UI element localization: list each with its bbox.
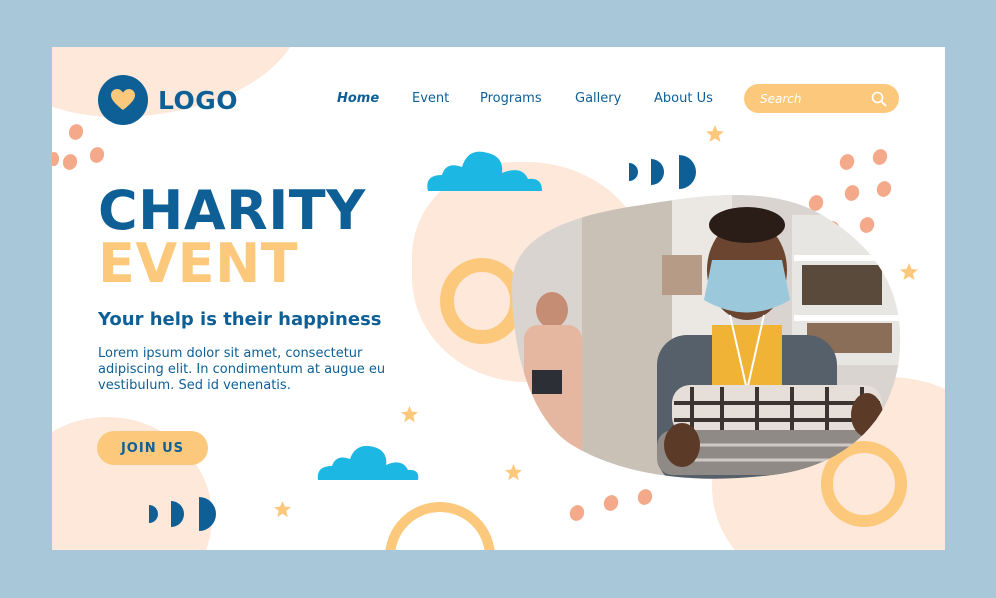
nav-programs[interactable]: Programs [480, 91, 542, 106]
nav-home[interactable]: Home [337, 91, 379, 106]
half-circle-pattern-bottom [149, 497, 216, 531]
nav-event[interactable]: Event [412, 91, 449, 106]
hero-photo [512, 195, 901, 479]
nav-about-us[interactable]: About Us [654, 91, 713, 106]
heart-icon [111, 89, 135, 110]
hero-title-line2: EVENT [98, 232, 299, 295]
star-icon [706, 125, 724, 142]
landing-page: LOGO Home Event Programs Gallery About U… [52, 47, 945, 550]
nav-gallery[interactable]: Gallery [575, 91, 621, 106]
dot-pattern-bottom [569, 489, 653, 521]
search-bar[interactable] [744, 84, 899, 113]
dot-pattern-left [52, 124, 105, 170]
star-icon [400, 405, 419, 423]
logo-text: LOGO [158, 85, 239, 115]
logo-badge [98, 75, 148, 125]
join-us-button[interactable]: JOIN US [97, 431, 208, 465]
hero-tagline: Your help is their happiness [98, 309, 382, 330]
logo[interactable]: LOGO [98, 75, 238, 125]
ring-icon-bottom [385, 502, 495, 550]
hero-body-text: Lorem ipsum dolor sit amet, consectetur … [98, 346, 386, 393]
hero-title-line1: CHARITY [98, 179, 366, 242]
search-input[interactable] [760, 91, 870, 106]
cloud-icon-bottom [317, 445, 419, 480]
star-icon [273, 500, 292, 518]
search-icon[interactable] [871, 91, 887, 107]
